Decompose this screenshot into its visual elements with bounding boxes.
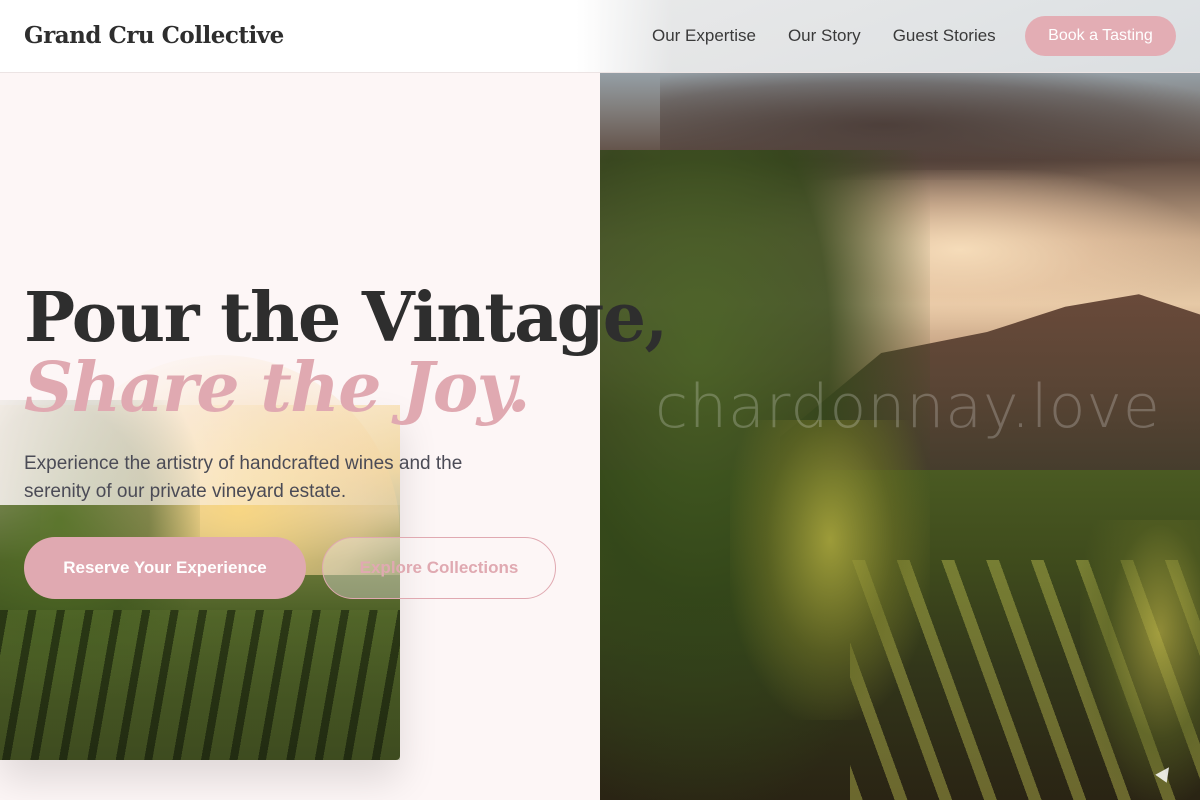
watermark-text: chardonnay.love bbox=[655, 372, 1161, 442]
brand-logo[interactable]: Grand Cru Collective bbox=[24, 22, 284, 49]
hero-subtext: Experience the artistry of handcrafted w… bbox=[24, 453, 463, 502]
hero-headline-line2: Share the Joy. bbox=[24, 348, 531, 428]
nav-link-our-story[interactable]: Our Story bbox=[788, 26, 861, 46]
hero-headline-line1: Pour the Vintage, bbox=[24, 278, 668, 358]
nav-links: Our Expertise Our Story Guest Stories bbox=[652, 26, 996, 46]
grapevine-mid bbox=[730, 420, 930, 720]
nav-link-guest-stories[interactable]: Guest Stories bbox=[893, 26, 996, 46]
book-tasting-button[interactable]: Book a Tasting bbox=[1025, 16, 1176, 56]
explore-collections-button[interactable]: Explore Collections bbox=[322, 537, 556, 599]
grapevine-right bbox=[1080, 520, 1200, 800]
reserve-experience-button[interactable]: Reserve Your Experience bbox=[24, 537, 306, 599]
top-navbar: Grand Cru Collective Our Expertise Our S… bbox=[0, 0, 1200, 73]
inset-vine-rows bbox=[0, 610, 400, 760]
nav-link-our-expertise[interactable]: Our Expertise bbox=[652, 26, 756, 46]
